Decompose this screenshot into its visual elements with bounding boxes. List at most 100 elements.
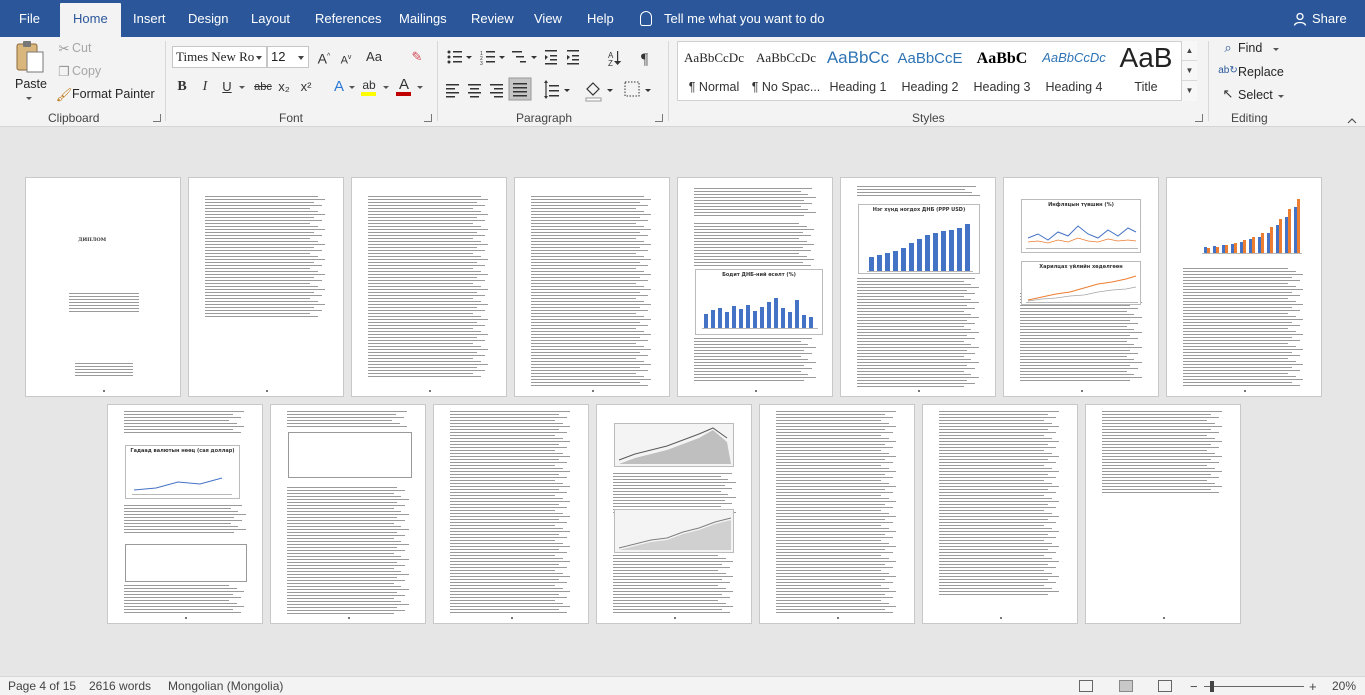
clear-formatting-button[interactable]: ✎ bbox=[407, 47, 427, 67]
styles-launcher-icon[interactable] bbox=[1195, 114, 1203, 122]
style-no-spacing[interactable]: AaBbCcDc ¶ No Spac... bbox=[750, 42, 822, 100]
web-layout-icon[interactable] bbox=[1158, 680, 1172, 692]
print-layout-icon[interactable] bbox=[1119, 680, 1133, 692]
bold-button[interactable]: B bbox=[172, 77, 192, 97]
styles-gallery-scroll[interactable]: ▲ ▼ ▼ bbox=[1181, 41, 1197, 101]
highlight-button[interactable]: ab bbox=[359, 75, 379, 96]
read-mode-icon[interactable] bbox=[1079, 680, 1093, 692]
zoom-slider[interactable] bbox=[1204, 686, 1304, 687]
shading-button[interactable] bbox=[584, 79, 614, 101]
scroll-down-icon[interactable]: ▼ bbox=[1182, 61, 1197, 81]
underline-button[interactable]: U bbox=[217, 77, 237, 97]
sort-button[interactable] bbox=[605, 45, 627, 67]
shrink-font-button[interactable]: Av bbox=[336, 48, 356, 68]
format-painter-button[interactable]: 🖌 Format Painter bbox=[54, 86, 155, 104]
text-line bbox=[205, 277, 315, 278]
align-left-button[interactable] bbox=[444, 79, 464, 101]
text-line bbox=[74, 372, 134, 373]
share-button[interactable]: Share bbox=[1293, 0, 1347, 37]
zoom-slider-thumb[interactable] bbox=[1210, 681, 1214, 692]
page-thumbnail[interactable] bbox=[1085, 404, 1241, 624]
clipboard-group-label: Clipboard bbox=[48, 111, 100, 125]
text-line bbox=[531, 376, 644, 377]
increase-indent-button[interactable] bbox=[565, 45, 585, 67]
show-formatting-marks-button[interactable] bbox=[637, 45, 657, 67]
style-heading-2[interactable]: AaBbCcE Heading 2 bbox=[894, 42, 966, 100]
text-line bbox=[694, 229, 815, 230]
numbering-button[interactable] bbox=[477, 45, 507, 67]
text-line bbox=[450, 561, 571, 562]
page-thumbnail[interactable] bbox=[433, 404, 589, 624]
superscript-button[interactable]: x² bbox=[296, 77, 316, 97]
text-line bbox=[1183, 355, 1300, 356]
zoom-in-button[interactable]: + bbox=[1309, 677, 1317, 695]
copy-button[interactable]: ❐ Copy bbox=[54, 63, 144, 81]
line-spacing-button[interactable] bbox=[541, 79, 571, 101]
tab-design[interactable]: Design bbox=[188, 0, 228, 37]
replace-button[interactable]: ab↻ Replace bbox=[1218, 63, 1298, 81]
text-line bbox=[205, 205, 322, 206]
page-thumbnail[interactable] bbox=[25, 177, 181, 397]
tab-review[interactable]: Review bbox=[471, 0, 514, 37]
justify-button[interactable] bbox=[509, 78, 531, 100]
tab-help[interactable]: Help bbox=[587, 0, 614, 37]
word-count[interactable]: 2616 words bbox=[89, 677, 151, 695]
subscript-button[interactable]: x₂ bbox=[274, 77, 294, 97]
tell-me-search[interactable]: Tell me what you want to do bbox=[640, 0, 824, 37]
style-title[interactable]: AaB Title bbox=[1110, 42, 1182, 100]
text-line bbox=[368, 247, 478, 248]
font-size-combo[interactable]: 12 bbox=[267, 46, 309, 68]
style-normal[interactable]: AaBbCcDc ¶ Normal bbox=[678, 42, 750, 100]
tab-insert[interactable]: Insert bbox=[133, 0, 166, 37]
more-styles-icon[interactable]: ▼ bbox=[1182, 81, 1197, 101]
decrease-indent-button[interactable] bbox=[543, 45, 563, 67]
page-thumbnail[interactable] bbox=[351, 177, 507, 397]
page-thumbnail[interactable] bbox=[759, 404, 915, 624]
select-button[interactable]: ↖ Select bbox=[1218, 86, 1298, 104]
tab-layout[interactable]: Layout bbox=[251, 0, 290, 37]
style-heading-4[interactable]: AaBbCcDc Heading 4 bbox=[1038, 42, 1110, 100]
collapse-ribbon-icon[interactable] bbox=[1347, 113, 1357, 124]
grow-font-button[interactable]: A^ bbox=[314, 47, 334, 67]
text-line bbox=[450, 549, 560, 550]
page-thumbnail[interactable] bbox=[514, 177, 670, 397]
cut-button[interactable]: ✂ Cut bbox=[54, 40, 144, 58]
scroll-up-icon[interactable]: ▲ bbox=[1182, 41, 1197, 61]
change-case-button[interactable]: Aa bbox=[364, 47, 384, 67]
paragraph-launcher-icon[interactable] bbox=[655, 114, 663, 122]
align-center-button[interactable] bbox=[466, 79, 486, 101]
find-button[interactable]: ⌕ Find bbox=[1218, 40, 1288, 58]
style-heading-1[interactable]: AaBbCc Heading 1 bbox=[822, 42, 894, 100]
style-heading-3[interactable]: AaBbC Heading 3 bbox=[966, 42, 1038, 100]
text-effects-button[interactable]: A bbox=[329, 77, 349, 97]
strikethrough-button[interactable]: abc bbox=[251, 77, 275, 97]
italic-button[interactable]: I bbox=[195, 77, 215, 97]
paste-button[interactable]: Paste bbox=[10, 39, 48, 105]
document-area[interactable]: ДИПЛОМ Бодит ДНБ-ний өсөлт (%) Нэг хүнд … bbox=[0, 127, 1365, 676]
highlight-dropdown-icon[interactable] bbox=[383, 86, 389, 89]
font-color-dropdown-icon[interactable] bbox=[417, 86, 423, 89]
text-line bbox=[205, 259, 326, 260]
zoom-level[interactable]: 20% bbox=[1332, 677, 1356, 695]
underline-dropdown-icon[interactable] bbox=[239, 86, 245, 89]
align-right-button[interactable] bbox=[488, 79, 508, 101]
bullets-button[interactable] bbox=[444, 45, 474, 67]
page-thumbnail[interactable] bbox=[107, 404, 263, 624]
tab-mailings[interactable]: Mailings bbox=[399, 0, 447, 37]
zoom-out-button[interactable]: − bbox=[1190, 677, 1198, 695]
tab-home[interactable]: Home bbox=[60, 3, 121, 37]
font-name-combo[interactable]: Times New Ro bbox=[172, 46, 267, 68]
font-color-button[interactable]: A bbox=[394, 75, 414, 96]
font-launcher-icon[interactable] bbox=[424, 114, 432, 122]
language-indicator[interactable]: Mongolian (Mongolia) bbox=[168, 677, 283, 695]
page-thumbnail[interactable] bbox=[922, 404, 1078, 624]
text-effects-dropdown-icon[interactable] bbox=[349, 86, 355, 89]
page-count[interactable]: Page 4 of 15 bbox=[8, 677, 76, 695]
tab-view[interactable]: View bbox=[534, 0, 562, 37]
multilevel-list-button[interactable] bbox=[510, 45, 542, 67]
borders-button[interactable] bbox=[622, 79, 652, 101]
page-thumbnail[interactable] bbox=[188, 177, 344, 397]
tab-file[interactable]: File bbox=[19, 0, 40, 37]
tab-references[interactable]: References bbox=[315, 0, 381, 37]
clipboard-launcher-icon[interactable] bbox=[153, 114, 161, 122]
